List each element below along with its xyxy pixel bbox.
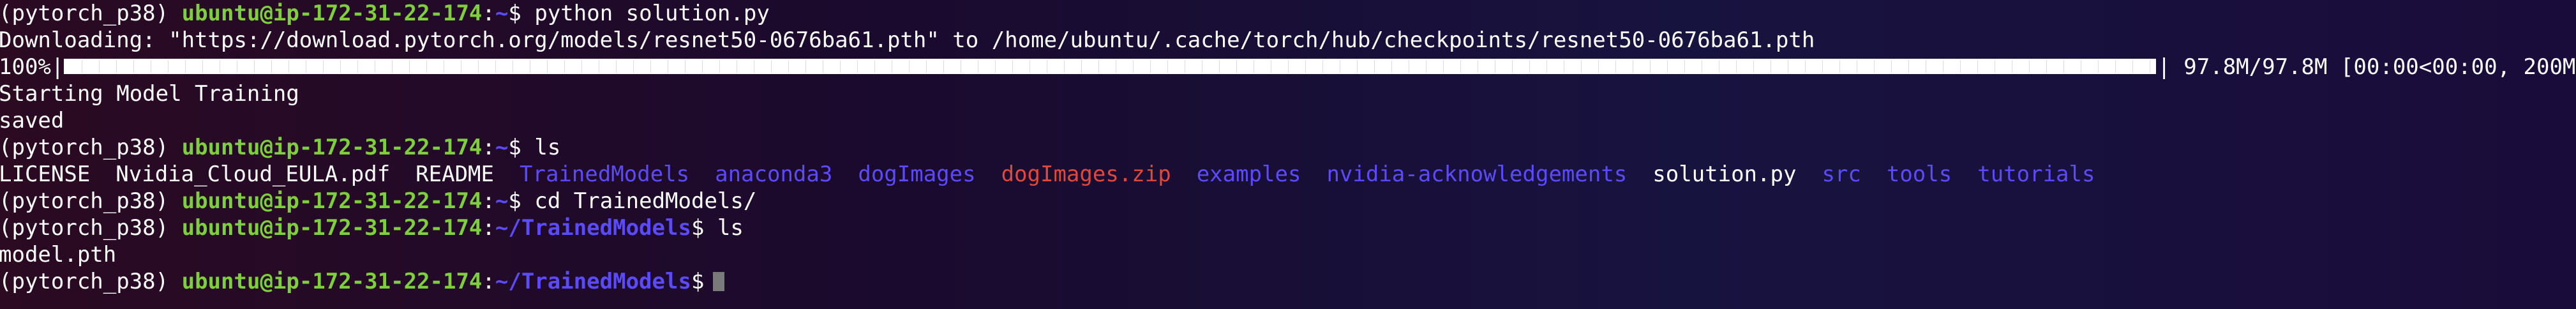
prompt-separator: :: [482, 215, 495, 241]
prompt-path: ~: [495, 1, 509, 26]
training-start-line: Starting Model Training: [0, 81, 299, 107]
ls-entry: anaconda3: [715, 162, 833, 187]
ls-entry: README: [416, 162, 494, 187]
prompt-symbol: $: [508, 188, 521, 214]
ls-entry: dogImages: [858, 162, 976, 187]
prompt-separator: :: [482, 135, 495, 160]
env-label: (pytorch_p38): [0, 1, 169, 26]
env-label: (pytorch_p38): [0, 135, 169, 160]
command-text: ls: [717, 215, 744, 241]
user-host: ubuntu@ip-172-31-22-174: [181, 135, 483, 160]
ls-entry: TrainedModels: [520, 162, 690, 187]
prompt-path: ~: [495, 188, 509, 214]
ls-entry: LICENSE: [0, 162, 91, 187]
terminal-line: (pytorch_p38) ubuntu@ip-172-31-22-174:~$…: [0, 134, 2575, 161]
user-host: ubuntu@ip-172-31-22-174: [181, 188, 483, 214]
command-text: python solution.py: [534, 1, 770, 26]
ls-entry: dogImages.zip: [1001, 162, 1171, 187]
ls-entry: solution.py: [1652, 162, 1797, 187]
prompt-separator: :: [482, 188, 495, 214]
prompt-path: ~/TrainedModels: [495, 215, 691, 241]
download-line: Downloading: "https://download.pytorch.o…: [0, 27, 1815, 53]
ls-listing: LICENSE Nvidia_Cloud_EULA.pdf README Traine…: [0, 161, 2575, 188]
prompt-symbol: $: [508, 1, 521, 26]
terminal-line: (pytorch_p38) ubuntu@ip-172-31-22-174:~$…: [0, 188, 2575, 215]
text-cursor[interactable]: [713, 272, 725, 291]
prompt-path: ~: [495, 135, 509, 160]
env-label: (pytorch_p38): [0, 269, 169, 294]
prompt-symbol: $: [508, 135, 521, 160]
ls-entry: Nvidia_Cloud_EULA.pdf: [116, 162, 391, 187]
user-host: ubuntu@ip-172-31-22-174: [181, 215, 483, 241]
ls-entry: tools: [1886, 162, 1952, 187]
terminal-line: (pytorch_p38) ubuntu@ip-172-31-22-174:~/…: [0, 215, 2575, 241]
ls-entry: examples: [1196, 162, 1301, 187]
terminal-line: (pytorch_p38) ubuntu@ip-172-31-22-174:~$…: [0, 0, 2575, 27]
env-label: (pytorch_p38): [0, 215, 169, 241]
terminal-window[interactable]: (pytorch_p38) ubuntu@ip-172-31-22-174:~$…: [0, 0, 2576, 309]
ls-entry: src: [1822, 162, 1861, 187]
saved-line: saved: [0, 108, 64, 133]
command-text: cd TrainedModels/: [534, 188, 757, 214]
prompt-path: ~/TrainedModels: [495, 269, 691, 294]
command-text: ls: [534, 135, 561, 160]
progress-percent: 100%|: [0, 54, 64, 80]
prompt-separator: :: [482, 269, 495, 294]
prompt-separator: :: [482, 1, 495, 26]
user-host: ubuntu@ip-172-31-22-174: [181, 269, 483, 294]
user-host: ubuntu@ip-172-31-22-174: [181, 1, 483, 26]
ls-entry: tutorials: [1977, 162, 2095, 187]
progress-line: 100%| | 97.8M/97.8M [00:00<00:00, 200MB/s…: [0, 54, 2576, 80]
prompt-symbol: $: [691, 215, 705, 241]
ls-entry: nvidia-acknowledgements: [1326, 162, 1628, 187]
progress-bar: [64, 58, 2157, 74]
current-prompt-line[interactable]: (pytorch_p38) ubuntu@ip-172-31-22-174:~/…: [0, 268, 2575, 295]
prompt-symbol: $: [691, 269, 705, 294]
progress-stats: | 97.8M/97.8M [00:00<00:00, 200MB/s]: [2157, 54, 2576, 80]
env-label: (pytorch_p38): [0, 188, 169, 214]
model-file-line: model.pth: [0, 242, 117, 268]
